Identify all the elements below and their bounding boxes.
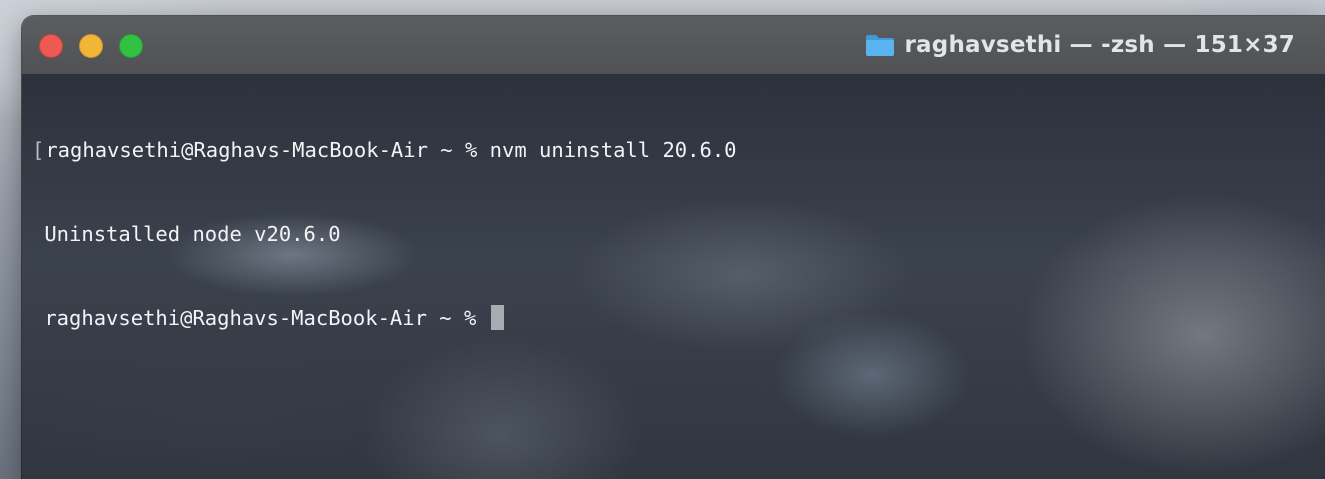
- terminal-line: Uninstalled node v20.6.0: [32, 220, 737, 248]
- prompt: raghavsethi@Raghavs-MacBook-Air ~ %: [45, 138, 490, 162]
- terminal-content[interactable]: [raghavsethi@Raghavs-MacBook-Air ~ % nvm…: [22, 75, 1325, 479]
- prompt: raghavsethi@Raghavs-MacBook-Air ~ %: [44, 306, 489, 330]
- terminal-line: raghavsethi@Raghavs-MacBook-Air ~ %: [32, 304, 737, 332]
- terminal-output: [raghavsethi@Raghavs-MacBook-Air ~ % nvm…: [32, 80, 737, 388]
- terminal-window: raghavsethi — -zsh — 151×37 [raghavsethi…: [22, 16, 1325, 479]
- close-button[interactable]: [39, 34, 63, 58]
- text-cursor: [490, 305, 504, 330]
- minimize-button[interactable]: [79, 34, 103, 58]
- folder-icon: [865, 35, 894, 56]
- command: nvm uninstall 20.6.0: [489, 138, 737, 162]
- window-title: raghavsethi — -zsh — 151×37: [865, 30, 1295, 60]
- maximize-button[interactable]: [119, 34, 143, 58]
- mark-bracket: [: [32, 138, 45, 162]
- command-output: Uninstalled node v20.6.0: [44, 222, 341, 246]
- terminal-line: [raghavsethi@Raghavs-MacBook-Air ~ % nvm…: [32, 136, 737, 164]
- title-bar[interactable]: raghavsethi — -zsh — 151×37: [22, 16, 1325, 75]
- window-title-text: raghavsethi — -zsh — 151×37: [904, 32, 1295, 58]
